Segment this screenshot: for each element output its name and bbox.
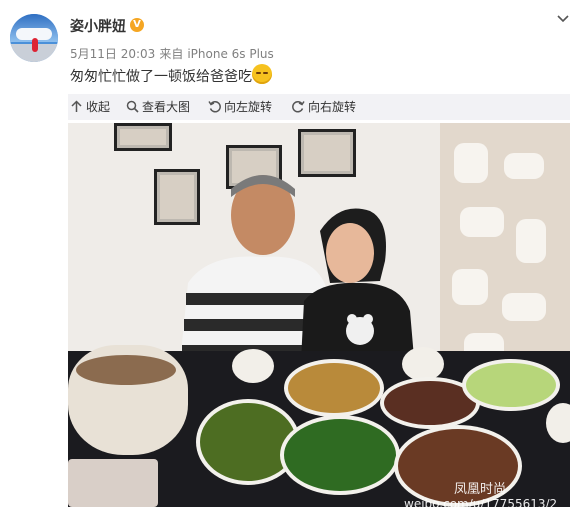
photo-dish-meat (384, 381, 476, 425)
photo-chopsticks-mat (68, 459, 158, 507)
watermark-brand: 凤凰时尚 (454, 482, 507, 497)
image-toolbar: 收起 查看大图 向左旋转 向右旋转 (68, 94, 570, 120)
post-source-prefix: 来自 (159, 47, 184, 61)
photo-dish-beans (200, 403, 296, 481)
photo-dish-stirfry (288, 363, 380, 413)
watermark-url: weibo.com/u/17755613/2 (404, 497, 558, 507)
post-text: 匆匆忙忙做了一顿饭给爸爸吃 (70, 69, 252, 85)
photo-soup (76, 355, 176, 385)
screen-cutout (460, 207, 504, 237)
verified-badge-icon: V (130, 18, 144, 32)
post-date[interactable]: 5月11日 20:03 (70, 47, 155, 61)
view-large-label: 查看大图 (142, 100, 191, 114)
rotate-right-icon (292, 101, 305, 113)
photo-decorative-screen (440, 123, 570, 383)
magnify-icon (126, 100, 139, 113)
avatar[interactable] (10, 14, 58, 62)
screen-cutout (516, 219, 546, 263)
wall-frame (114, 123, 172, 151)
rotate-left-label: 向左旋转 (224, 100, 273, 114)
rotate-left-icon (208, 101, 221, 113)
collapse-label: 收起 (86, 100, 111, 114)
screen-cutout (452, 269, 488, 305)
avatar-figure (32, 38, 38, 52)
photo-watermark: 凤凰时尚 weibo.com/u/17755613/2 (404, 478, 570, 507)
photo-rice-bowl (232, 349, 274, 383)
view-large-button[interactable]: 查看大图 (126, 94, 190, 120)
post-photo[interactable]: 凤凰时尚 weibo.com/u/17755613/2 (68, 123, 570, 507)
photo-rice-bowl (402, 347, 444, 381)
screen-cutout (504, 153, 544, 179)
photo-dish-melon (466, 363, 556, 407)
smiling-face-emoji-icon (252, 64, 272, 84)
photo-dish-greens (284, 419, 396, 491)
post-meta: 5月11日 20:03 来自 iPhone 6s Plus (70, 45, 278, 62)
screen-cutout (454, 143, 488, 183)
rotate-right-button[interactable]: 向右旋转 (292, 94, 356, 120)
arrow-up-icon (71, 100, 82, 112)
rotate-left-button[interactable]: 向左旋转 (208, 94, 272, 120)
rotate-right-label: 向右旋转 (308, 100, 357, 114)
screen-cutout (502, 293, 546, 321)
post-source[interactable]: iPhone 6s Plus (187, 47, 273, 61)
collapse-button[interactable]: 收起 (70, 94, 110, 120)
username[interactable]: 姿小胖妞 (70, 16, 126, 36)
chevron-down-icon[interactable] (556, 12, 570, 26)
